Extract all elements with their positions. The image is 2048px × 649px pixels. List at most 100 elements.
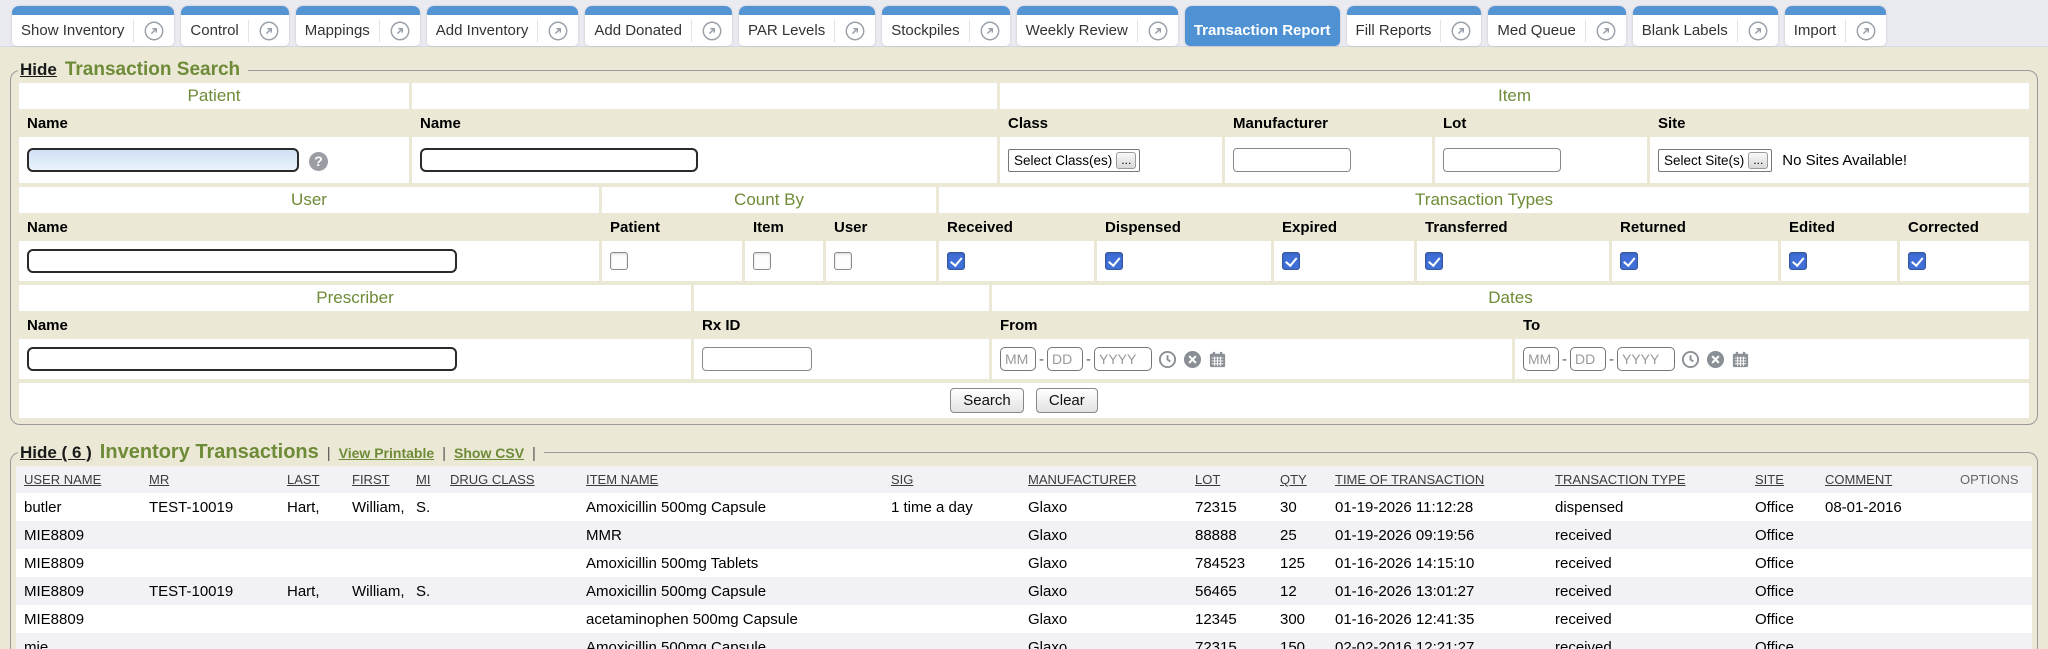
type-expired-label: Expired (1274, 215, 1414, 239)
to-year-input[interactable] (1617, 347, 1675, 371)
help-icon[interactable]: ? (309, 152, 328, 171)
col-comment[interactable]: COMMENT (1817, 466, 1952, 493)
clock-icon[interactable] (1158, 350, 1177, 369)
tab-show-inventory[interactable]: Show Inventory (12, 6, 174, 46)
open-in-new-icon[interactable] (1137, 20, 1169, 42)
type-received-checkbox[interactable] (947, 252, 965, 270)
type-corrected-checkbox[interactable] (1908, 252, 1926, 270)
lot-input[interactable] (1443, 148, 1561, 172)
countby-user-label: User (826, 215, 936, 239)
show-csv-link[interactable]: Show CSV (454, 445, 524, 461)
col-manufacturer[interactable]: MANUFACTURER (1020, 466, 1187, 493)
tab-mappings[interactable]: Mappings (296, 6, 420, 46)
from-year-input[interactable] (1094, 347, 1152, 371)
col-lot[interactable]: LOT (1187, 466, 1272, 493)
col-qty[interactable]: QTY (1272, 466, 1327, 493)
tab-med-queue[interactable]: Med Queue (1488, 6, 1625, 46)
table-row: MIE8809acetaminophen 500mg CapsuleGlaxo1… (16, 605, 2032, 633)
type-edited-label: Edited (1781, 215, 1897, 239)
tab-transaction-report[interactable]: Transaction Report (1185, 6, 1340, 46)
type-expired-checkbox[interactable] (1282, 252, 1300, 270)
col-time-of-transaction[interactable]: TIME OF TRANSACTION (1327, 466, 1547, 493)
col-item-name[interactable]: ITEM NAME (578, 466, 883, 493)
cell: 1 time a day (883, 493, 1020, 521)
col-mr[interactable]: MR (141, 466, 279, 493)
open-in-new-icon[interactable] (1440, 20, 1472, 42)
rx-id-label: Rx ID (694, 313, 989, 337)
tab-add-inventory[interactable]: Add Inventory (427, 6, 579, 46)
type-dispensed-checkbox[interactable] (1105, 252, 1123, 270)
open-in-new-icon[interactable] (248, 20, 280, 42)
clear-button[interactable]: Clear (1036, 388, 1098, 413)
hide-results-link[interactable]: Hide ( 6 ) (20, 443, 92, 463)
prescriber-name-input[interactable] (27, 347, 457, 371)
col-options: OPTIONS (1952, 466, 2032, 493)
to-day-input[interactable] (1570, 347, 1606, 371)
open-in-new-icon[interactable] (379, 20, 411, 42)
tab-par-levels[interactable]: PAR Levels (739, 6, 875, 46)
cell (442, 521, 578, 549)
to-month-input[interactable] (1523, 347, 1559, 371)
cell: MMR (578, 521, 883, 549)
col-transaction-type[interactable]: TRANSACTION TYPE (1547, 466, 1747, 493)
col-user-name[interactable]: USER NAME (16, 466, 141, 493)
type-returned-checkbox[interactable] (1620, 252, 1638, 270)
col-first[interactable]: FIRST (344, 466, 408, 493)
site-select-button[interactable]: Select Site(s)... (1658, 149, 1772, 172)
clear-date-icon[interactable] (1706, 350, 1725, 369)
tab-stockpiles[interactable]: Stockpiles (882, 6, 1009, 46)
calendar-icon[interactable] (1208, 350, 1227, 369)
cell: Glaxo (1020, 493, 1187, 521)
cell: 30 (1272, 493, 1327, 521)
open-in-new-icon[interactable] (537, 20, 569, 42)
col-last[interactable]: LAST (279, 466, 344, 493)
col-mi[interactable]: MI (408, 466, 442, 493)
cell: Glaxo (1020, 605, 1187, 633)
tab-label: Med Queue (1497, 22, 1575, 39)
cell: MIE8809 (16, 521, 141, 549)
countby-item-checkbox[interactable] (753, 252, 771, 270)
tab-weekly-review[interactable]: Weekly Review (1017, 6, 1178, 46)
col-site[interactable]: SITE (1747, 466, 1817, 493)
patient-name-input[interactable] (27, 148, 299, 172)
class-select-button[interactable]: Select Class(es)... (1008, 149, 1140, 172)
site-ellipsis-button[interactable]: ... (1748, 152, 1768, 169)
clock-icon[interactable] (1681, 350, 1700, 369)
tab-blank-labels[interactable]: Blank Labels (1633, 6, 1778, 46)
open-in-new-icon[interactable] (969, 20, 1001, 42)
col-drug-class[interactable]: DRUG CLASS (442, 466, 578, 493)
cell: 300 (1272, 605, 1327, 633)
cell: 12 (1272, 577, 1327, 605)
countby-patient-checkbox[interactable] (610, 252, 628, 270)
open-in-new-icon[interactable] (1845, 20, 1877, 42)
open-in-new-icon[interactable] (1585, 20, 1617, 42)
open-in-new-icon[interactable] (1737, 20, 1769, 42)
tab-fill-reports[interactable]: Fill Reports (1347, 6, 1482, 46)
from-day-input[interactable] (1047, 347, 1083, 371)
tab-add-donated[interactable]: Add Donated (585, 6, 732, 46)
item-name-input[interactable] (420, 148, 698, 172)
col-sig[interactable]: SIG (883, 466, 1020, 493)
calendar-icon[interactable] (1731, 350, 1750, 369)
open-in-new-icon[interactable] (691, 20, 723, 42)
clear-date-icon[interactable] (1183, 350, 1202, 369)
tab-control[interactable]: Control (181, 6, 288, 46)
from-month-input[interactable] (1000, 347, 1036, 371)
view-printable-link[interactable]: View Printable (339, 445, 434, 461)
hide-search-link[interactable]: Hide (20, 60, 57, 80)
results-panel-title: Inventory Transactions (100, 441, 319, 464)
cell: 01-16-2026 13:01:27 (1327, 577, 1547, 605)
open-in-new-icon[interactable] (133, 20, 165, 42)
cell: TEST-10019 (141, 577, 279, 605)
manufacturer-input[interactable] (1233, 148, 1351, 172)
countby-user-checkbox[interactable] (834, 252, 852, 270)
type-edited-checkbox[interactable] (1789, 252, 1807, 270)
cell (883, 605, 1020, 633)
tab-import[interactable]: Import (1785, 6, 1887, 46)
rx-id-input[interactable] (702, 347, 812, 371)
open-in-new-icon[interactable] (834, 20, 866, 42)
type-transferred-checkbox[interactable] (1425, 252, 1443, 270)
user-name-input[interactable] (27, 249, 457, 273)
search-button[interactable]: Search (950, 388, 1024, 413)
class-ellipsis-button[interactable]: ... (1116, 152, 1136, 169)
